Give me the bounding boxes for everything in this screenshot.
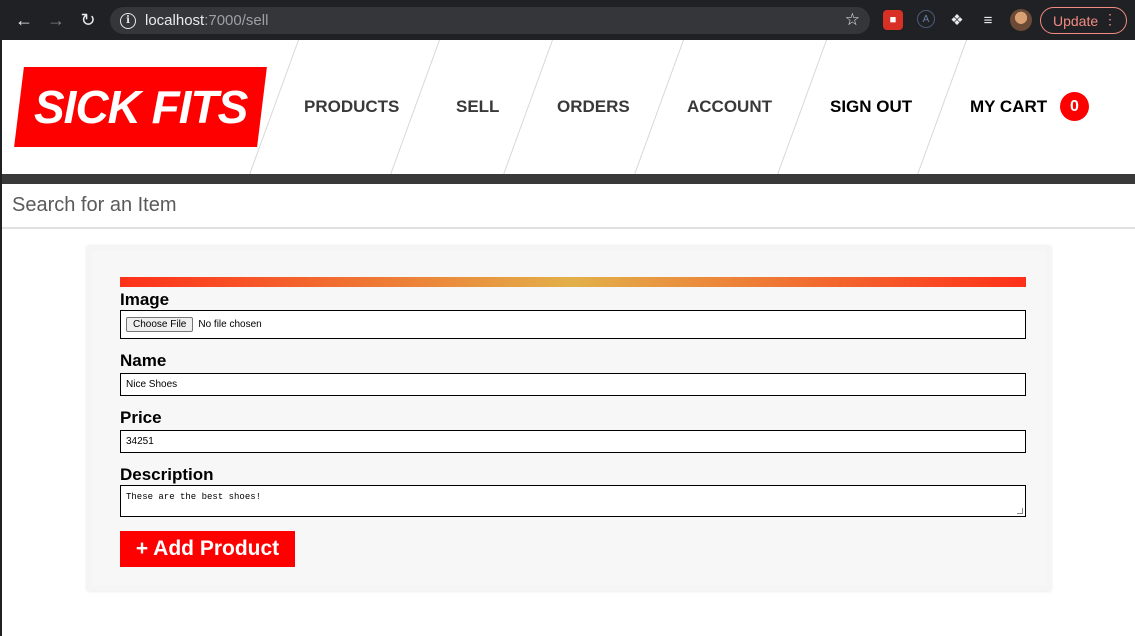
sell-form: Image Choose File No file chosen Name Ni…: [87, 246, 1051, 591]
resize-handle-icon[interactable]: [1017, 508, 1023, 514]
name-label: Name: [120, 351, 167, 370]
description-text: These are the best shoes!: [126, 492, 262, 502]
nav-sign-out[interactable]: Sign Out: [830, 97, 912, 117]
nav-divider: [917, 40, 967, 174]
profile-avatar[interactable]: [1010, 9, 1032, 31]
media-queue-icon[interactable]: ≡: [978, 10, 998, 30]
forward-icon[interactable]: →: [42, 6, 70, 34]
site-info-icon[interactable]: i: [120, 12, 136, 29]
description-textarea[interactable]: These are the best shoes!: [120, 485, 1026, 517]
nav-divider: [503, 40, 553, 174]
menu-dots-icon[interactable]: ⋮: [1103, 11, 1117, 28]
extension-red-icon[interactable]: ■: [883, 10, 903, 30]
image-label: Image: [120, 290, 170, 309]
extension-circle-icon[interactable]: A: [917, 10, 935, 28]
header-divider-bar: [2, 174, 1135, 184]
extensions-puzzle-icon[interactable]: ❖: [947, 10, 967, 30]
form-fieldset: Image Choose File No file chosen Name Ni…: [96, 255, 1042, 582]
nav-account[interactable]: Account: [687, 97, 772, 117]
search-input[interactable]: Search for an Item: [2, 184, 1135, 229]
price-label: Price: [120, 408, 162, 427]
url-text: localhost:7000/sell: [145, 12, 269, 29]
nav-my-cart[interactable]: My Cart: [970, 97, 1047, 117]
search-placeholder: Search for an Item: [12, 194, 177, 216]
image-file-input[interactable]: Choose File No file chosen: [120, 310, 1026, 339]
back-icon[interactable]: ←: [10, 6, 38, 34]
add-product-button[interactable]: + Add Product: [120, 531, 295, 567]
file-status: No file chosen: [198, 319, 262, 330]
loading-gradient-bar: [120, 277, 1026, 287]
nav-sell[interactable]: Sell: [456, 97, 499, 117]
nav-divider: [634, 40, 684, 174]
name-field[interactable]: Nice Shoes: [120, 373, 1026, 396]
reload-icon[interactable]: ↻: [74, 6, 102, 34]
description-label: Description: [120, 465, 214, 484]
nav-products[interactable]: Products: [304, 97, 399, 117]
bookmark-star-icon[interactable]: ☆: [845, 10, 860, 30]
site-header: Sick Fits Products Sell Orders Account S…: [0, 40, 1135, 174]
cart-count-badge: 0: [1060, 92, 1089, 121]
address-bar[interactable]: i localhost:7000/sell ☆: [110, 7, 870, 34]
nav-divider: [777, 40, 827, 174]
browser-toolbar: ← → ↻ i localhost:7000/sell ☆ ■ A ❖ ≡ Up…: [0, 0, 1135, 40]
choose-file-button[interactable]: Choose File: [126, 317, 194, 332]
update-button[interactable]: Update ⋮: [1040, 7, 1127, 34]
nav-orders[interactable]: Orders: [557, 97, 630, 117]
update-label: Update: [1053, 12, 1099, 29]
price-field[interactable]: 34251: [120, 430, 1026, 453]
logo[interactable]: Sick Fits: [14, 67, 267, 147]
